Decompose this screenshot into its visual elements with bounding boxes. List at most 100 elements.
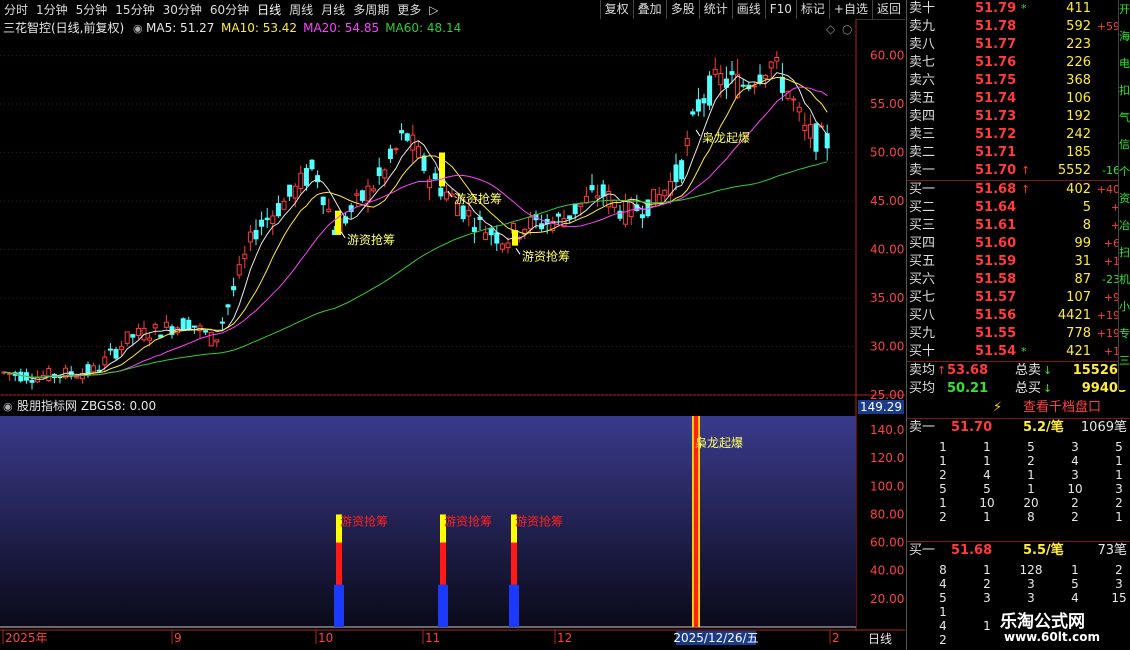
ask-row[interactable]: 卖二 51.71 185 [907,144,1130,162]
level-volume: 192 [1066,109,1091,124]
period-tab-8[interactable]: 月线 [317,1,349,18]
indicator-title: 股朋指标网 ZBGS8: 0.00 [17,398,156,413]
bid-row[interactable]: 买十 51.54 * 421 +18 [907,343,1130,361]
candle-body [387,148,393,160]
ask-row[interactable]: 卖四 51.73 192 [907,108,1130,126]
ask-row[interactable]: 卖八 51.77 223 [907,36,1130,54]
ask-row[interactable]: 卖三 51.72 242 [907,126,1130,144]
queue-cell: 5 [939,482,947,496]
toolbar-button-1[interactable]: 叠加 [632,0,666,19]
level-label: 买九 [909,326,936,341]
candle-body [85,364,91,375]
toolbar-button-0[interactable]: 复权 [599,0,633,19]
period-tab-7[interactable]: 周线 [285,1,317,18]
period-tab-9[interactable]: 多周期 [349,1,393,18]
candle-body [505,242,511,249]
bid-row[interactable]: 买六 51.58 87 -230 [907,271,1130,289]
candle-body [567,215,573,220]
summary-label: 买一 [909,543,936,558]
queue-cell: 1 [1071,563,1079,577]
bid-row[interactable]: 买八 51.56 4421 +190 [907,307,1130,325]
candle-body [639,214,645,219]
toolbar-button-6[interactable]: 标记 [795,0,829,19]
candle-body [796,106,802,113]
bar-label: 游资抢筹 [515,514,563,529]
candle-body [107,348,113,351]
candle-body [415,146,421,159]
level-price: 51.57 [975,290,1017,305]
candle-body [376,167,382,177]
indicator-y-tick: 120.00 [870,451,905,465]
candle-body [555,213,561,217]
bid-row[interactable]: 买一 51.68 ↑ 402 +402 [907,181,1130,199]
bid-row[interactable]: 买五 51.59 31 +15 [907,253,1130,271]
toolbar-button-4[interactable]: 画线 [731,0,765,19]
queue-cell: 1 [983,440,991,454]
level-price: 51.56 [975,308,1017,323]
period-tab-0[interactable]: 分时 [0,1,32,18]
toolbar-button-5[interactable]: F10 [764,0,796,19]
bid-row[interactable]: 买七 51.57 107 +92 [907,289,1130,307]
candle-body [231,286,237,291]
candle-body [791,98,797,101]
candle-body [46,368,52,381]
level-price: 51.79 [975,1,1017,16]
queue-summary-row: 卖一 51.70 5.2/笔 1069笔 [907,419,1130,437]
candle-body [175,327,181,334]
summary-count: 1069笔 [1080,420,1127,435]
kline-chart-area[interactable]: 60.0055.0050.0045.0040.0035.0030.0025.00… [0,19,905,650]
candle-body [768,61,774,69]
queue-cell: 2 [939,510,947,524]
thousand-depth-button[interactable]: ⚡ 查看千档盘口 [907,399,1130,417]
level-mark: * [1021,345,1027,358]
level-label: 买五 [909,254,936,269]
queue-cell: 8 [1027,510,1035,524]
candle-body [309,159,315,170]
bid-row[interactable]: 买二51.645+5 [907,199,1130,217]
candle-body [466,209,472,217]
period-tab-3[interactable]: 15分钟 [111,1,158,18]
level-volume: 421 [1066,344,1091,359]
toolbar-button-2[interactable]: 多股 [665,0,699,19]
lightning-icon: ⚡ [993,400,1003,415]
queue-cell: 3 [1027,577,1035,591]
candle-body [494,232,500,244]
queue-cell: 1 [1115,468,1123,482]
candle-body [287,184,293,197]
more-arrow-icon[interactable]: ▷ [425,3,442,17]
ask-row[interactable]: 卖一 51.70 ↑ 5552 -166 [907,162,1130,180]
ask-row[interactable]: 卖六 51.75 368 [907,72,1130,90]
period-tab-1[interactable]: 1分钟 [32,1,72,18]
candle-body [729,71,735,75]
ask-row[interactable]: 卖十 51.79 * 411 [907,0,1130,18]
candle-body [275,203,281,217]
period-tab-5[interactable]: 60分钟 [206,1,253,18]
side-strip-char: 小 [1119,300,1130,313]
ask-row[interactable]: 卖九 51.78 592 +592 [907,18,1130,36]
toolbar-button-3[interactable]: 统计 [698,0,732,19]
bid-row[interactable]: 买四 51.60 99 +68 [907,235,1130,253]
summary-price: 51.68 [951,543,993,558]
avg-label: 卖均 [909,363,936,378]
period-tab-10[interactable]: 更多 [393,1,425,18]
bid-row[interactable]: 买三51.618+8 [907,217,1130,235]
queue-cell: 10 [979,496,995,510]
side-news-strip[interactable]: 开海电扣气信个资冶扫机小专三 [1118,0,1130,390]
level-label: 买六 [909,272,936,287]
bid-row[interactable]: 买九 51.55 778 +198 [907,325,1130,343]
period-tab-2[interactable]: 5分钟 [72,1,112,18]
watermark: 乐淘公式网 www.60lt.com [992,605,1130,650]
period-tab-4[interactable]: 30分钟 [159,1,206,18]
toolbar-button-7[interactable]: +自选 [828,0,872,19]
bar-red-segment [336,542,342,585]
ask-row[interactable]: 卖七 51.76 226 [907,54,1130,72]
level-volume: 223 [1066,37,1091,52]
avg-total-label: 总卖 [1015,363,1042,378]
ask-row[interactable]: 卖五 51.74 106 [907,90,1130,108]
watermark-title: 乐淘公式网 [1000,612,1085,632]
queue-cell: 2 [1071,496,1079,510]
candle-body [438,187,444,197]
level-price: 51.76 [975,55,1017,70]
period-tab-6[interactable]: 日线 [253,1,285,18]
toolbar-button-8[interactable]: 返回 [871,0,905,19]
